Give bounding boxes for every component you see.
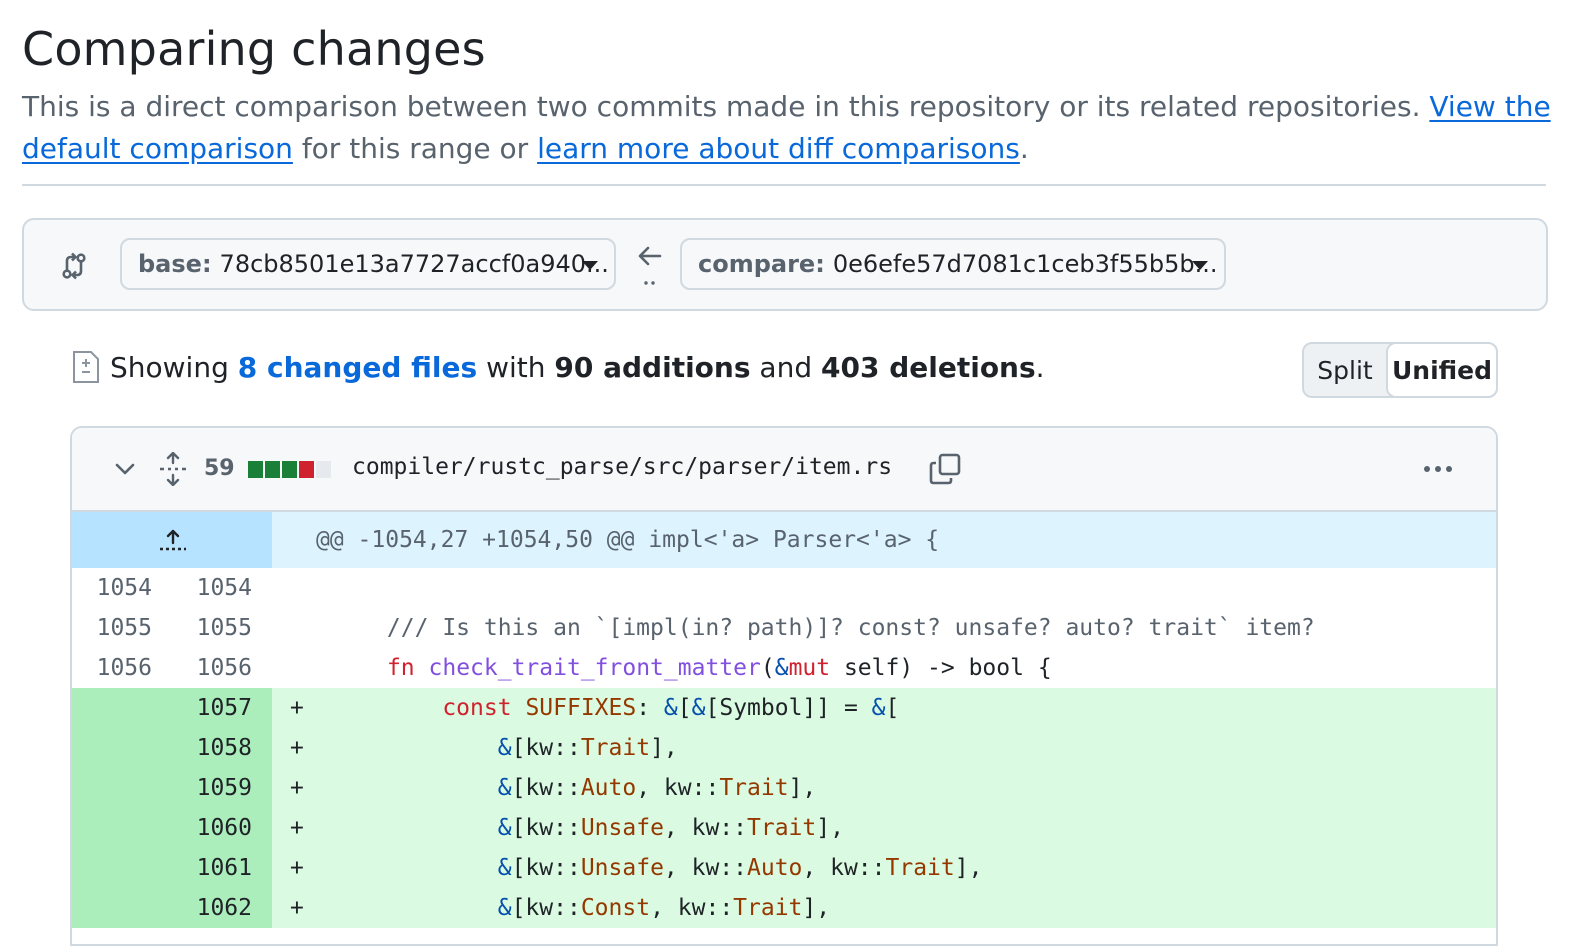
file-diff-icon [73, 351, 99, 383]
changed-files-link[interactable]: 8 changed files [238, 351, 477, 384]
desc-text: for this range or [292, 132, 538, 165]
old-line-number[interactable] [72, 808, 172, 848]
diffstat-block [299, 461, 314, 478]
copy-icon[interactable] [928, 452, 962, 486]
split-view-button[interactable]: Split [1304, 344, 1386, 396]
diff-lines: 1054 1054 1055 1055 /// Is this an `[impl(… [72, 568, 1496, 928]
caret-down-icon [582, 261, 598, 270]
file-path[interactable]: compiler/rustc_parse/src/parser/item.rs [352, 454, 892, 480]
old-line-number[interactable]: 1056 [72, 648, 172, 688]
compare-label: compare: [698, 250, 825, 278]
new-line-number[interactable]: 1054 [172, 568, 272, 608]
diff-line-added: 1059 + &[kw::Auto, kw::Trait], [72, 768, 1496, 808]
code-line: + &[kw::Trait], [272, 728, 1496, 768]
new-line-number[interactable]: 1057 [172, 688, 272, 728]
diffstat-block [316, 461, 331, 478]
diffstat-block [282, 461, 297, 478]
changes-count: 59 [204, 456, 235, 481]
code-line: + &[kw::Const, kw::Trait], [272, 888, 1496, 928]
page-description: This is a direct comparison between two … [22, 86, 1552, 170]
new-line-number[interactable]: 1058 [172, 728, 272, 768]
new-line-number[interactable]: 1056 [172, 648, 272, 688]
expand-up-icon [160, 529, 186, 551]
hunk-header: @@ -1054,27 +1054,50 @@ impl<'a> Parser<… [72, 512, 1496, 568]
code-line: + &[kw::Unsafe, kw::Auto, kw::Trait], [272, 848, 1496, 888]
code-line: + const SUFFIXES: &[&[Symbol]] = &[ [272, 688, 1496, 728]
old-line-number[interactable]: 1054 [72, 568, 172, 608]
desc-text: . [1019, 132, 1029, 165]
file-header: 59 compiler/rustc_parse/src/parser/item.… [72, 428, 1496, 512]
summary-and: and [759, 350, 813, 384]
old-line-number[interactable] [72, 848, 172, 888]
deletions-count: 403 deletions [821, 350, 1036, 384]
base-value: 78cb8501e13a7727accf0a940... [219, 250, 609, 278]
page-title: Comparing changes [22, 22, 486, 76]
arrow-left-icon [638, 246, 662, 285]
diff-line-context: 1056 1056 fn check_trait_front_matter(&mu… [72, 648, 1496, 688]
new-line-number[interactable]: 1062 [172, 888, 272, 928]
old-line-number[interactable]: 1055 [72, 608, 172, 648]
compare-ref-select[interactable]: compare: 0e6efe57d7081c1ceb3f55b5b... [680, 238, 1226, 290]
divider [22, 184, 1546, 186]
diffstat-block [265, 461, 280, 478]
file-diff: 59 compiler/rustc_parse/src/parser/item.… [70, 426, 1498, 946]
new-line-number[interactable]: 1055 [172, 608, 272, 648]
code-line: + &[kw::Unsafe, kw::Trait], [272, 808, 1496, 848]
diff-line-added: 1058 + &[kw::Trait], [72, 728, 1496, 768]
old-line-number[interactable] [72, 888, 172, 928]
diff-summary: Showing 8 changed files with 90 addition… [72, 350, 1045, 384]
diff-line-added: 1060 + &[kw::Unsafe, kw::Trait], [72, 808, 1496, 848]
diff-line-added: 1057 + const SUFFIXES: &[&[Symbol]] = &[ [72, 688, 1496, 728]
diff-line-added: 1061 + &[kw::Unsafe, kw::Auto, kw::Trait]… [72, 848, 1496, 888]
diff-line-context: 1055 1055 /// Is this an `[impl(in? path)… [72, 608, 1496, 648]
diff-line-context: 1054 1054 [72, 568, 1496, 608]
caret-down-icon [1192, 261, 1208, 270]
old-line-number[interactable] [72, 768, 172, 808]
expand-up-button[interactable] [72, 512, 272, 568]
diff-view-toggle: Split Unified [1302, 342, 1498, 398]
kebab-menu-icon[interactable] [1424, 466, 1452, 472]
hunk-header-text: @@ -1054,27 +1054,50 @@ impl<'a> Parser<… [316, 527, 940, 553]
compare-value: 0e6efe57d7081c1ceb3f55b5b... [832, 250, 1218, 278]
chevron-down-icon[interactable] [114, 462, 136, 476]
old-line-number[interactable] [72, 688, 172, 728]
new-line-number[interactable]: 1059 [172, 768, 272, 808]
summary-showing: Showing [110, 350, 229, 384]
code-line: + &[kw::Auto, kw::Trait], [272, 768, 1496, 808]
desc-text: This is a direct comparison between two … [22, 90, 1430, 123]
diffstat-block [248, 461, 263, 478]
range-editor: base: 78cb8501e13a7727accf0a940... compa… [22, 218, 1548, 311]
learn-more-link[interactable]: learn more about diff comparisons [537, 132, 1020, 165]
summary-end: . [1035, 350, 1045, 384]
code-line: /// Is this an `[impl(in? path)]? const?… [331, 615, 1315, 641]
summary-with: with [486, 350, 546, 384]
diffstat [248, 461, 331, 478]
diff-line-added: 1062 + &[kw::Const, kw::Trait], [72, 888, 1496, 928]
code-line: fn check_trait_front_matter(&mut self) -… [386, 655, 1052, 681]
compare-arrows-icon [62, 252, 86, 280]
old-line-number[interactable] [72, 728, 172, 768]
expand-all-icon[interactable] [158, 452, 188, 486]
base-label: base: [138, 250, 212, 278]
unified-view-button[interactable]: Unified [1386, 342, 1498, 398]
additions-count: 90 additions [554, 350, 751, 384]
new-line-number[interactable]: 1060 [172, 808, 272, 848]
new-line-number[interactable]: 1061 [172, 848, 272, 888]
base-ref-select[interactable]: base: 78cb8501e13a7727accf0a940... [120, 238, 616, 290]
